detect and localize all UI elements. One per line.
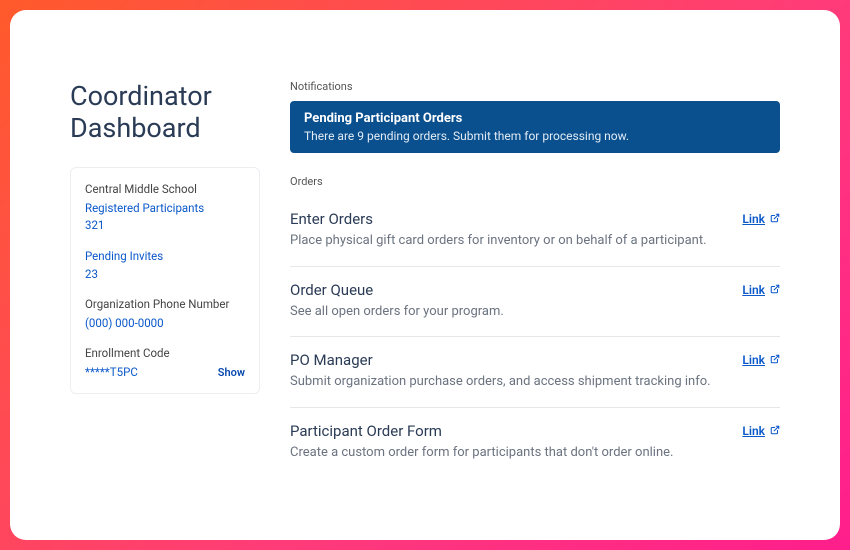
order-desc: Submit organization purchase orders, and… xyxy=(290,373,722,391)
pending-invites-count[interactable]: 23 xyxy=(85,266,245,283)
enrollment-code-value: *****T5PC xyxy=(85,364,138,381)
sidebar: Coordinator Dashboard Central Middle Sch… xyxy=(70,80,260,510)
order-link-label: Link xyxy=(742,283,765,297)
order-desc: See all open orders for your program. xyxy=(290,303,722,321)
order-desc: Place physical gift card orders for inve… xyxy=(290,232,722,250)
phone-value[interactable]: (000) 000-0000 xyxy=(85,315,245,332)
page-title: Coordinator Dashboard xyxy=(70,80,260,145)
order-link[interactable]: Link xyxy=(742,210,780,226)
external-link-icon xyxy=(770,283,780,297)
order-item: Enter Orders Place physical gift card or… xyxy=(290,196,780,267)
order-title: Participant Order Form xyxy=(290,422,722,440)
order-desc: Create a custom order form for participa… xyxy=(290,444,722,462)
pending-invites-label: Pending Invites xyxy=(85,249,163,263)
notification-title: Pending Participant Orders xyxy=(304,111,766,126)
org-card: Central Middle School Registered Partici… xyxy=(70,167,260,395)
notification-body: There are 9 pending orders. Submit them … xyxy=(304,129,766,143)
order-item: PO Manager Submit organization purchase … xyxy=(290,337,780,408)
order-link[interactable]: Link xyxy=(742,351,780,367)
external-link-icon xyxy=(770,424,780,438)
external-link-icon xyxy=(770,353,780,367)
external-link-icon xyxy=(770,212,780,226)
notifications-heading: Notifications xyxy=(290,80,780,93)
order-link-label: Link xyxy=(742,353,765,367)
order-item: Participant Order Form Create a custom o… xyxy=(290,408,780,478)
order-title: PO Manager xyxy=(290,351,722,369)
phone-label: Organization Phone Number xyxy=(85,297,245,311)
app-window: Coordinator Dashboard Central Middle Sch… xyxy=(10,10,840,540)
org-name: Central Middle School xyxy=(85,182,245,196)
orders-list: Enter Orders Place physical gift card or… xyxy=(290,196,780,477)
order-title: Enter Orders xyxy=(290,210,722,228)
main-content: Notifications Pending Participant Orders… xyxy=(290,80,780,510)
registered-participants-count[interactable]: 321 xyxy=(85,217,245,234)
order-link-label: Link xyxy=(742,424,765,438)
registered-participants-label: Registered Participants xyxy=(85,201,204,215)
orders-heading: Orders xyxy=(290,175,780,188)
pending-invites-link[interactable]: Pending Invites xyxy=(85,248,245,265)
registered-participants-link[interactable]: Registered Participants xyxy=(85,200,245,217)
order-link-label: Link xyxy=(742,212,765,226)
notification-banner[interactable]: Pending Participant Orders There are 9 p… xyxy=(290,101,780,153)
order-item: Order Queue See all open orders for your… xyxy=(290,267,780,338)
enrollment-code-label: Enrollment Code xyxy=(85,346,245,360)
show-button[interactable]: Show xyxy=(218,366,245,379)
order-link[interactable]: Link xyxy=(742,281,780,297)
order-link[interactable]: Link xyxy=(742,422,780,438)
order-title: Order Queue xyxy=(290,281,722,299)
